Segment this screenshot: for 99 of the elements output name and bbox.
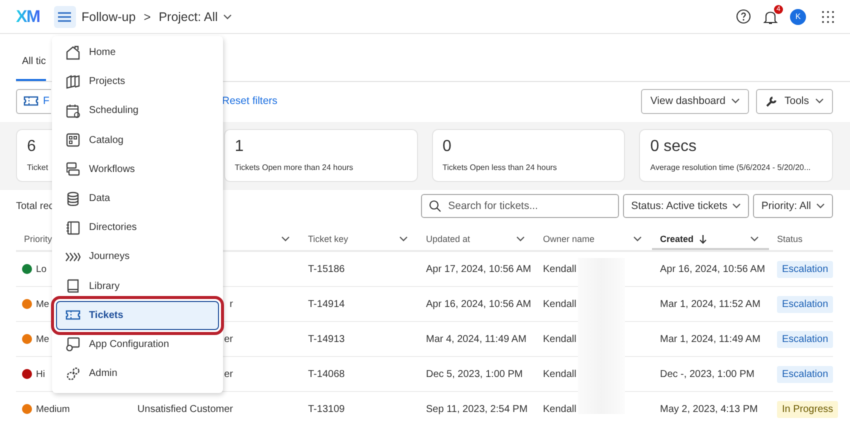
stat-value: 6 xyxy=(27,138,36,156)
menu-item[interactable]: Admin xyxy=(56,359,219,388)
table-cell: r xyxy=(230,298,233,310)
column-menu-icon xyxy=(516,236,525,242)
chevron-down-icon xyxy=(222,14,232,20)
table-cell: Kendall xyxy=(543,298,576,310)
stacked-boxes-icon xyxy=(65,161,81,178)
grid-card-icon xyxy=(65,132,81,148)
column-header[interactable]: Status xyxy=(777,234,803,244)
table-cell: Apr 16, 2024, 10:56 AM xyxy=(426,298,532,310)
menu-button[interactable] xyxy=(54,6,76,28)
table-cell: T-14068 xyxy=(308,368,345,380)
chevron-down-icon xyxy=(816,203,825,209)
table-cell: Me xyxy=(36,334,50,344)
help-icon[interactable] xyxy=(736,9,751,24)
menu-item[interactable]: Library xyxy=(56,272,219,301)
menu-item[interactable]: Journeys xyxy=(56,242,219,272)
book-icon xyxy=(65,278,81,294)
table-cell: T-15186 xyxy=(308,264,345,274)
table-cell: Dec 5, 2023, 1:00 PM xyxy=(426,368,523,380)
table-cell: Unsatisfied Customer xyxy=(137,404,233,414)
menu-item[interactable]: App Configuration xyxy=(56,330,219,360)
stat-value: 0 secs xyxy=(650,138,696,156)
status-badge: Escalation xyxy=(777,366,834,382)
table-cell: T-14913 xyxy=(308,334,345,344)
menu-item[interactable]: Scheduling xyxy=(56,96,219,126)
menu-item[interactable]: Data xyxy=(56,184,219,214)
chevron-down-icon xyxy=(815,98,824,104)
menu-item[interactable]: Projects xyxy=(56,67,219,96)
table-cell: er xyxy=(224,334,233,344)
column-menu-icon xyxy=(281,236,290,242)
table-cell: Dec -, 2023, 1:00 PM xyxy=(660,368,754,380)
table-cell: Kendall xyxy=(543,404,576,414)
table-cell: T-13109 xyxy=(308,404,345,414)
chevron-down-icon xyxy=(732,203,742,209)
search-icon xyxy=(429,200,442,212)
menu-item[interactable]: Workflows xyxy=(56,154,219,184)
breadcrumb-link[interactable]: Follow-up xyxy=(82,10,136,24)
project-dropdown[interactable]: Project: All xyxy=(158,10,218,24)
apps-grid-icon[interactable] xyxy=(822,10,834,22)
status-badge: Escalation xyxy=(777,296,834,312)
wrench-icon xyxy=(765,94,778,108)
search-field[interactable]: Search for tickets... xyxy=(421,194,620,218)
bell-icon[interactable] xyxy=(763,8,778,24)
sorted-column-header[interactable]: Created xyxy=(652,228,769,250)
column-menu-icon xyxy=(750,236,759,242)
table-cell: Hi xyxy=(36,368,45,380)
stat-label: Average resolution time (5/6/2024 - 5/20/20... xyxy=(650,163,811,172)
stacked-pages-icon xyxy=(65,74,81,90)
column-header[interactable]: Updated at xyxy=(426,234,470,244)
status-badge: Escalation xyxy=(777,260,834,278)
table-cell: Lo xyxy=(36,264,47,274)
table-cell: Sep 11, 2023, 2:54 PM xyxy=(426,404,528,414)
stat-label: Ticket xyxy=(27,163,48,172)
avatar[interactable]: K xyxy=(790,8,806,24)
table-cell: Kendall xyxy=(543,334,576,344)
stat-value: 0 xyxy=(442,138,452,156)
status-badge: In Progress xyxy=(777,400,838,418)
menu-item[interactable]: Home xyxy=(56,38,219,68)
stat-value: 1 xyxy=(234,138,244,156)
table-cell: Kendall xyxy=(543,264,576,274)
chevron-down-icon xyxy=(731,98,740,104)
tools-button[interactable]: Tools xyxy=(756,88,833,114)
column-header[interactable]: Owner name xyxy=(543,234,595,244)
menu-item[interactable]: Catalog xyxy=(56,126,219,155)
column-header[interactable]: Ticket key xyxy=(308,234,348,244)
sort-arrow-icon xyxy=(698,234,707,244)
notebook-icon xyxy=(65,220,81,236)
table-cell: Medium xyxy=(36,404,70,414)
stat-label: Tickets Open less than 24 hours xyxy=(442,163,557,172)
column-menu-icon xyxy=(633,236,642,242)
table-cell: Apr 16, 2024, 10:56 AM xyxy=(660,264,766,274)
table-cell: er xyxy=(224,368,233,380)
table-cell: Me xyxy=(36,298,50,310)
tab[interactable]: All tic xyxy=(16,56,46,81)
table-cell: May 2, 2023, 4:13 PM xyxy=(660,404,758,414)
table-cell: Kendall xyxy=(543,368,576,380)
status-badge: Escalation xyxy=(777,330,834,348)
menu-item[interactable]: Directories xyxy=(56,213,219,242)
table-cell: T-14914 xyxy=(308,298,345,310)
menu-icon xyxy=(58,12,71,22)
calendar-icon xyxy=(65,102,81,119)
database-icon xyxy=(65,190,81,207)
gears-icon xyxy=(65,366,81,382)
column-header[interactable]: Priority xyxy=(24,234,52,244)
breadcrumb-separator: > xyxy=(144,10,151,24)
table-cell: Apr 17, 2024, 10:56 AM xyxy=(426,264,532,274)
filter-button[interactable]: F xyxy=(16,88,51,114)
filter-dropdown[interactable]: Status: Active tickets xyxy=(623,194,750,218)
table-cell: Mar 1, 2024, 11:52 AM xyxy=(660,298,760,310)
table-cell: Mar 1, 2024, 11:49 AM xyxy=(660,334,760,344)
stat-label: Tickets Open more than 24 hours xyxy=(234,163,354,172)
view-dashboard-button[interactable]: View dashboard xyxy=(641,88,750,114)
screen-gear-icon xyxy=(65,336,81,352)
table-cell: Mar 4, 2024, 11:49 AM xyxy=(426,334,526,344)
reset-filters-link[interactable]: Reset filters xyxy=(222,95,278,107)
house-icon xyxy=(65,44,81,61)
column-menu-icon xyxy=(399,236,408,242)
filter-dropdown[interactable]: Priority: All xyxy=(753,194,833,218)
